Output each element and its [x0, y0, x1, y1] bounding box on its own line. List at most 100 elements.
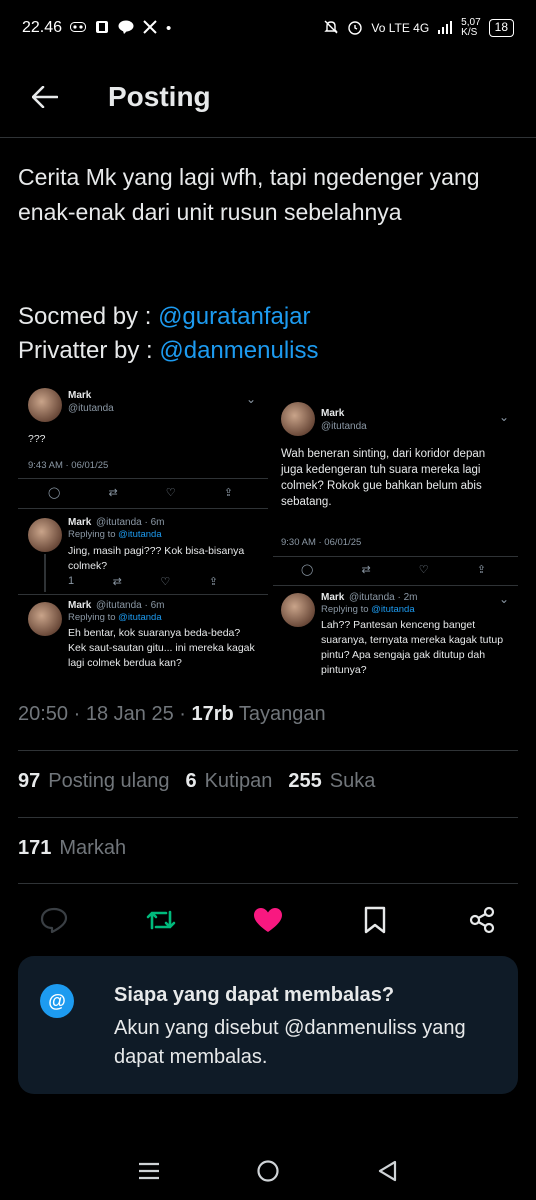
reply-body: Eh bentar, kok suaranya beda-beda? Kek s…	[68, 627, 255, 669]
back-button[interactable]	[20, 72, 70, 122]
view-count: 17rb	[191, 703, 234, 725]
replying-to: Replying to @itutanda	[68, 529, 162, 540]
like-button[interactable]	[248, 898, 288, 942]
reply-icon: ◯	[301, 564, 314, 576]
share-icon: ⇪	[208, 576, 218, 588]
avatar	[281, 402, 315, 436]
thread-line	[44, 554, 46, 592]
post-text: Cerita Mk yang lagi wfh, tapi ngedenger …	[18, 164, 480, 225]
repost-icon: ⇄	[361, 564, 371, 576]
post-time: 20:50	[18, 703, 69, 725]
view-label: Tayangan	[233, 703, 326, 725]
arrow-left-icon	[32, 85, 58, 108]
recent-apps-button[interactable]	[129, 1151, 169, 1191]
privatter-credit: Privatter by : @danmenuliss	[18, 334, 318, 368]
author-handle: @itutanda · 6m	[96, 600, 165, 611]
repost-button[interactable]	[141, 898, 181, 942]
system-nav-bar	[0, 1142, 536, 1200]
socmed-mention-link[interactable]: @guratanfajar	[158, 303, 310, 330]
heart-icon: ♡	[165, 487, 176, 499]
avatar	[28, 388, 62, 422]
network-label: Vo LTE 4G	[371, 21, 430, 35]
menu-icon	[139, 1162, 160, 1180]
post-timestamp: 20:50 · 18 Jan 25 · 17rb Tayangan	[18, 703, 326, 725]
share-icon	[469, 906, 495, 934]
repost-icon: ⇄	[112, 576, 122, 588]
bookmark-button[interactable]	[355, 898, 395, 942]
quotes-stat[interactable]: 6 Kutipan	[185, 770, 272, 793]
tweet-meta: 9:30 AM · 06/01/25	[281, 537, 362, 548]
reply-body: Lah?? Pantesan kenceng banget suaranya, …	[321, 619, 504, 676]
tweet-meta: 9:43 AM · 06/01/25	[28, 460, 109, 471]
repost-icon: ⇄	[108, 487, 118, 499]
socmed-credit: Socmed by : @guratanfajar	[18, 300, 311, 334]
share-button[interactable]	[462, 898, 502, 942]
tweet-actions: ◯ ⇄ ♡ ⇪	[48, 486, 233, 499]
system-back-button[interactable]	[367, 1151, 407, 1191]
replying-to: Replying to @itutanda	[321, 604, 415, 615]
reply-actions: 1 ⇄ ♡ ⇪	[68, 575, 218, 588]
divider	[18, 478, 268, 479]
avatar	[28, 602, 62, 636]
post-date: 18 Jan 25	[85, 703, 174, 725]
heart-icon: ♡	[418, 564, 429, 576]
tweet-body: ???	[28, 433, 46, 445]
avatar	[281, 593, 315, 627]
divider	[273, 585, 518, 586]
tweet-body: Wah beneran sinting, dari koridor depan …	[281, 448, 486, 508]
privatter-mention-link[interactable]: @danmenuliss	[159, 337, 318, 364]
reply-count: 1	[68, 575, 75, 587]
chevron-down-icon: ⌄	[499, 410, 510, 424]
author-name: Mark	[68, 517, 92, 528]
engagement-stats: 97 Posting ulang 6 Kutipan 255 Suka	[18, 770, 375, 793]
likes-stat[interactable]: 255 Suka	[288, 770, 375, 793]
share-icon: ⇪	[476, 564, 486, 576]
status-dot: •	[166, 19, 172, 37]
media-image-left[interactable]: Mark @itutanda ⌄ ??? 9:43 AM · 06/01/25 …	[18, 380, 268, 678]
line-icon	[118, 20, 134, 37]
divider	[18, 817, 518, 818]
reply-body: Jing, masih pagi??? Kok bisa-bisanya col…	[68, 545, 245, 572]
battery-icon: 18	[488, 19, 514, 37]
x-logo-icon	[142, 19, 158, 37]
home-button[interactable]	[248, 1151, 288, 1191]
privatter-label: Privatter by :	[18, 337, 160, 364]
triangle-back-icon	[378, 1160, 396, 1182]
reply-restriction-description: Akun yang disebut @danmenuliss yang dapa…	[114, 1017, 466, 1068]
divider	[18, 508, 268, 509]
post-media[interactable]: Mark @itutanda ⌄ ??? 9:43 AM · 06/01/25 …	[18, 380, 518, 678]
signal-icon	[437, 20, 453, 37]
divider	[273, 556, 518, 557]
media-image-right[interactable]: Mark @itutanda ⌄ Wah beneran sinting, da…	[273, 380, 518, 678]
socmed-label: Socmed by :	[18, 303, 159, 330]
alarm-icon	[347, 19, 363, 38]
divider	[18, 750, 518, 751]
bookmarks-stat[interactable]: 171 Markah	[18, 837, 126, 860]
author-handle: @itutanda · 2m	[349, 592, 418, 603]
home-circle-icon	[257, 1160, 279, 1182]
reply-icon	[40, 907, 68, 933]
author-handle: @itutanda	[68, 403, 114, 414]
author-name: Mark	[68, 390, 92, 401]
speed-readout: 5,07 K/S	[461, 17, 481, 38]
game-icon	[70, 21, 87, 35]
at-sign-icon: @	[40, 984, 74, 1018]
author-name: Mark	[321, 592, 345, 603]
divider	[18, 594, 268, 595]
heart-icon: ♡	[160, 576, 171, 588]
chevron-down-icon: ⌄	[246, 392, 257, 406]
divider	[18, 883, 518, 884]
share-icon: ⇪	[223, 487, 233, 499]
status-time: 22.46	[22, 19, 63, 36]
page-title: Posting	[108, 80, 211, 112]
reposts-stat[interactable]: 97 Posting ulang	[18, 770, 169, 793]
tweet-actions: ◯ ⇄ ♡ ⇪	[301, 563, 486, 576]
reply-icon: ◯	[48, 487, 61, 499]
replying-to: Replying to @itutanda	[68, 612, 162, 623]
reply-button[interactable]	[34, 898, 74, 942]
author-name: Mark	[321, 408, 345, 419]
app-icon	[94, 20, 110, 37]
author-handle: @itutanda	[321, 421, 367, 432]
heart-icon	[254, 908, 282, 932]
mute-icon	[323, 19, 339, 38]
